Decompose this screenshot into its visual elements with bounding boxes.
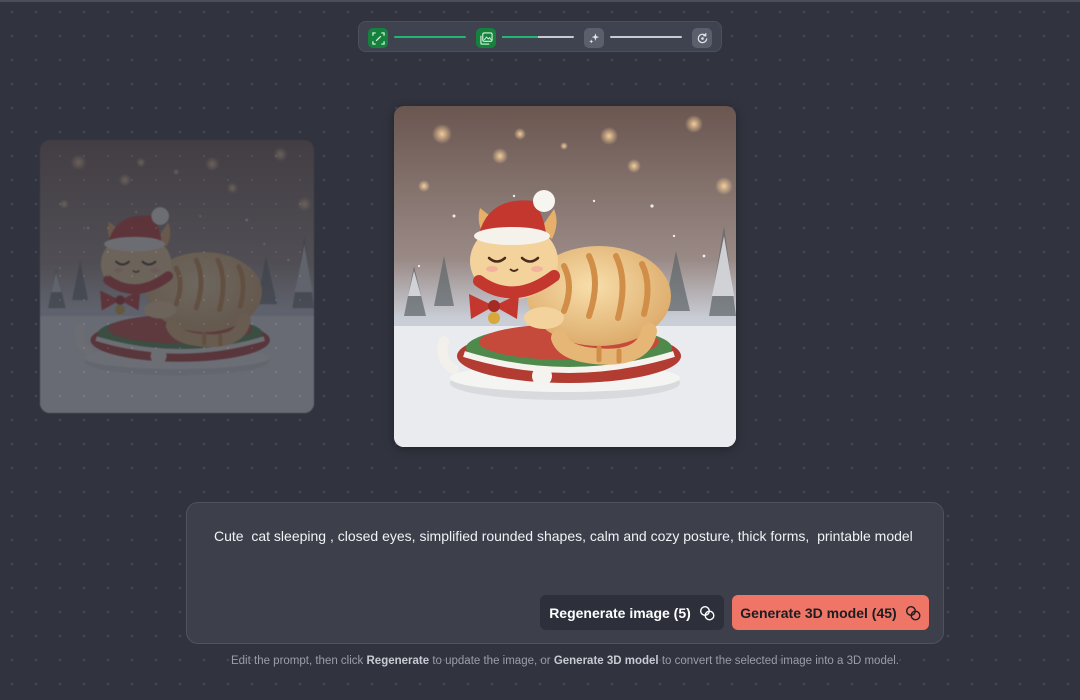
step-track-1 (394, 36, 466, 38)
generated-image-thumbnail (40, 140, 314, 413)
generate-3d-model-button[interactable]: Generate 3D model (45) (732, 595, 929, 630)
progress-stepper (358, 21, 722, 52)
step-scan[interactable] (368, 28, 388, 48)
step-image[interactable] (476, 28, 496, 48)
step-track-2 (502, 36, 574, 38)
credits-icon (905, 605, 921, 621)
image-option-1[interactable] (40, 140, 314, 413)
hint-generate-keyword: Generate 3D model (553, 655, 659, 667)
image-option-2-selected[interactable] (394, 106, 736, 447)
window-top-border (0, 0, 1080, 2)
help-hint: Edit the prompt, then click Regenerate t… (0, 655, 1080, 667)
hint-regenerate-keyword: Regenerate (366, 655, 430, 667)
sparkle-icon (588, 32, 599, 44)
regenerate-image-button[interactable]: Regenerate image (5) (540, 595, 724, 630)
step-track-2-fill (502, 36, 538, 38)
generate-button-label: Generate 3D model (45) (740, 604, 897, 621)
hint-text-3: to convert the selected image into a 3D … (658, 655, 899, 667)
step-track-1-fill (394, 36, 466, 38)
image-stack-icon (479, 31, 493, 45)
hint-text-2: to update the image, or (429, 655, 554, 667)
regenerate-button-label: Regenerate image (5) (549, 604, 691, 621)
step-3d-model[interactable] (692, 28, 712, 48)
scan-icon (371, 31, 385, 45)
rotate-3d-icon (697, 32, 707, 43)
credits-icon (699, 605, 715, 621)
hint-text-1: Edit the prompt, then click (230, 655, 367, 667)
prompt-textarea[interactable]: Cute cat sleeping , closed eyes, simplif… (214, 527, 914, 545)
step-refine[interactable] (584, 28, 604, 48)
step-track-3 (610, 36, 682, 38)
generated-image-preview (394, 106, 736, 447)
prompt-panel: Cute cat sleeping , closed eyes, simplif… (186, 502, 944, 644)
